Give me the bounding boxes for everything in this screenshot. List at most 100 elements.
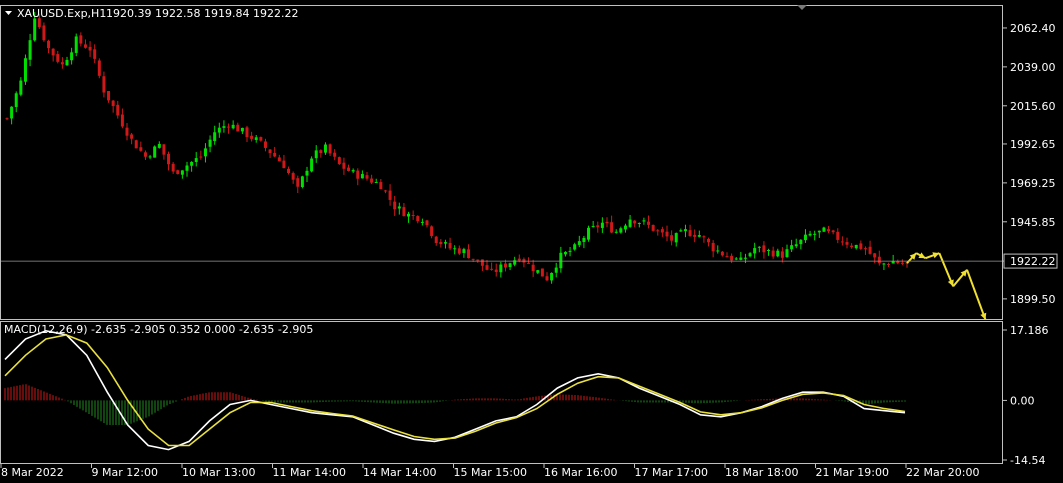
candle-body bbox=[388, 190, 392, 200]
time-tick-label: 17 Mar 17:00 bbox=[635, 466, 708, 479]
candle-body bbox=[250, 135, 254, 139]
macd-tick-label: 0.00 bbox=[1010, 394, 1035, 407]
candle-body bbox=[882, 263, 886, 265]
candle-body bbox=[259, 137, 263, 141]
candle-body bbox=[277, 157, 281, 162]
candle-body bbox=[273, 152, 277, 157]
candle-body bbox=[245, 127, 249, 138]
candle-body bbox=[591, 226, 595, 228]
candle-body bbox=[605, 221, 609, 224]
macd-tick-label: -14.54 bbox=[1010, 454, 1045, 467]
candle-body bbox=[596, 225, 600, 228]
candle-body bbox=[319, 150, 323, 153]
candle-body bbox=[310, 158, 314, 172]
trading-chart[interactable]: 2062.40 2039.00 2015.60 1992.65 1969.25 1945.… bbox=[0, 0, 1063, 483]
candle-body bbox=[300, 176, 304, 188]
time-tick-label: 10 Mar 13:00 bbox=[182, 466, 255, 479]
candle-body bbox=[836, 231, 840, 240]
candle-body bbox=[407, 213, 411, 217]
candle-body bbox=[199, 156, 203, 158]
candle-body bbox=[517, 258, 521, 261]
candle-body bbox=[393, 201, 397, 210]
candle-body bbox=[120, 114, 124, 127]
candle-body bbox=[416, 216, 420, 222]
candle-body bbox=[896, 261, 900, 264]
candle-body bbox=[236, 124, 240, 132]
candle-body bbox=[582, 237, 586, 242]
candle-body bbox=[88, 46, 92, 51]
candle-body bbox=[420, 221, 424, 223]
candle-body bbox=[536, 270, 540, 273]
candle-body bbox=[568, 250, 572, 252]
candle-body bbox=[56, 54, 60, 62]
candle-body bbox=[291, 173, 295, 180]
candle-body bbox=[540, 268, 544, 277]
time-tick-label: 11 Mar 14:00 bbox=[273, 466, 346, 479]
candle-body bbox=[697, 235, 701, 237]
candle-body bbox=[351, 170, 355, 172]
time-tick-label: 15 Mar 15:00 bbox=[454, 466, 527, 479]
candle-body bbox=[527, 262, 531, 264]
candle-body bbox=[503, 263, 507, 268]
candle-body bbox=[720, 251, 724, 256]
candle-body bbox=[240, 127, 244, 132]
price-tick-label: 1945.85 bbox=[1010, 216, 1056, 229]
chart-symbol: XAUUSD.Exp,H1 bbox=[17, 7, 106, 20]
candle-body bbox=[859, 243, 863, 249]
candle-body bbox=[305, 170, 309, 176]
candle-body bbox=[314, 150, 318, 159]
time-tick-label: 16 Mar 16:00 bbox=[544, 466, 617, 479]
candle-body bbox=[674, 233, 678, 243]
candle-body bbox=[47, 40, 51, 49]
candle-body bbox=[623, 225, 627, 230]
candle-body bbox=[725, 256, 729, 258]
candle-body bbox=[850, 245, 854, 248]
candle-body bbox=[453, 248, 457, 250]
candle-body bbox=[642, 220, 646, 222]
candle-body bbox=[887, 263, 891, 265]
candle-body bbox=[900, 262, 904, 264]
candle-body bbox=[587, 227, 591, 240]
candle-body bbox=[550, 272, 554, 281]
current-price-label: 1922.22 bbox=[1010, 255, 1056, 268]
candle-body bbox=[254, 137, 258, 140]
candle-body bbox=[14, 93, 18, 108]
candle-body bbox=[457, 248, 461, 254]
candle-body bbox=[762, 245, 766, 253]
candle-body bbox=[203, 148, 207, 157]
candle-body bbox=[143, 152, 147, 157]
candle-body bbox=[794, 244, 798, 247]
candle-body bbox=[337, 157, 341, 165]
candle-body bbox=[430, 226, 434, 237]
candle-body bbox=[425, 220, 429, 226]
candle-body bbox=[767, 250, 771, 252]
candle-body bbox=[563, 251, 567, 255]
price-tick-label: 1899.50 bbox=[1010, 293, 1056, 306]
candle-body bbox=[614, 231, 618, 233]
candle-body bbox=[670, 235, 674, 241]
chart-ohlc: 1920.39 1922.58 1919.84 1922.22 bbox=[106, 7, 298, 20]
candle-body bbox=[647, 221, 651, 225]
candle-body bbox=[268, 149, 272, 154]
candle-body bbox=[790, 245, 794, 250]
candle-body bbox=[374, 182, 378, 184]
candle-body bbox=[716, 250, 720, 252]
candle-body bbox=[102, 76, 106, 93]
candle-body bbox=[365, 175, 369, 179]
candle-body bbox=[476, 259, 480, 261]
candle-body bbox=[785, 249, 789, 258]
price-tick-label: 2062.40 bbox=[1010, 22, 1056, 35]
candle-body bbox=[683, 229, 687, 232]
price-tick-label: 2039.00 bbox=[1010, 61, 1056, 74]
candle-body bbox=[776, 250, 780, 257]
candle-body bbox=[171, 163, 175, 172]
candle-body bbox=[70, 52, 74, 61]
candle-body bbox=[5, 118, 9, 120]
candle-body bbox=[370, 178, 374, 183]
candle-body bbox=[28, 40, 32, 60]
candle-body bbox=[873, 253, 877, 258]
candle-body bbox=[610, 222, 614, 233]
candle-body bbox=[813, 233, 817, 235]
candle-body bbox=[217, 127, 221, 133]
candle-body bbox=[333, 152, 337, 157]
